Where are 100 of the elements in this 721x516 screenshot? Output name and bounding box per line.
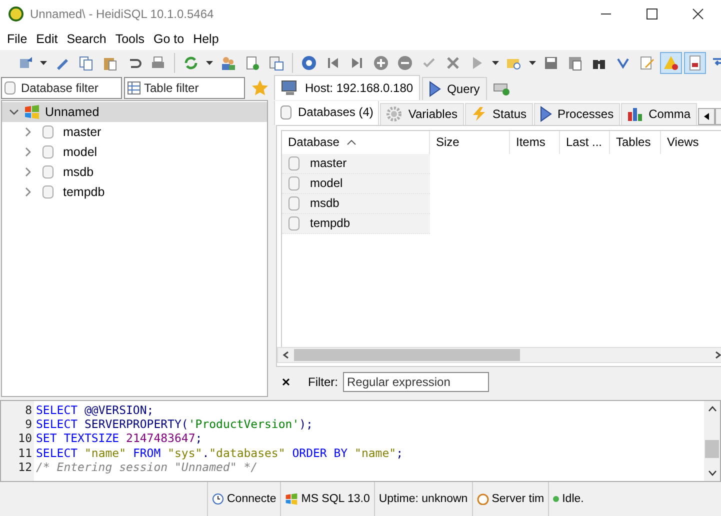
database-icon (4, 81, 16, 95)
column-header[interactable]: Items (510, 130, 560, 154)
tab[interactable]: Comma (620, 102, 697, 125)
column-header[interactable]: Last ... (560, 130, 610, 154)
scroll-left-button[interactable] (698, 108, 715, 125)
caret-icon[interactable] (492, 61, 499, 65)
arrow-up-icon[interactable] (708, 406, 716, 412)
export-icon (244, 55, 260, 71)
table-filter-field[interactable]: Table filter (124, 77, 245, 99)
column-header[interactable]: Views (661, 130, 721, 154)
tree-item[interactable]: tempdb (2, 182, 267, 202)
status-text: Connecte (227, 493, 276, 505)
pencil-icon (639, 55, 655, 71)
tree-item[interactable]: master (2, 122, 267, 142)
database-icon (42, 145, 54, 159)
database-filter-field[interactable]: Database filter (1, 77, 122, 99)
menu-item[interactable]: Go to (150, 32, 190, 46)
tab[interactable]: Status (464, 102, 533, 125)
bar-chart-icon (626, 106, 643, 122)
warning-button[interactable] (660, 52, 682, 74)
line-number: 9 (24, 417, 33, 432)
vertical-scrollbar[interactable] (704, 401, 720, 481)
tree-item[interactable]: msdb (2, 162, 267, 182)
code-line: SELECT SERVERPROPERTY('ProductVersion'); (36, 417, 313, 432)
line-number: 11 (17, 446, 33, 460)
scroll-thumb[interactable] (294, 348, 520, 361)
code-line: SELECT @@VERSION; (36, 403, 154, 417)
copy-icon (78, 55, 94, 71)
arrow-left-icon (704, 112, 709, 120)
column-header[interactable]: Size (430, 130, 510, 154)
tab[interactable]: Processes (534, 102, 620, 125)
tab[interactable]: Host: 192.168.0.180 (274, 75, 420, 100)
column-header[interactable]: Tables (610, 130, 661, 154)
save-as-icon (567, 55, 583, 71)
printer-icon (150, 55, 166, 71)
maximize-icon[interactable] (646, 8, 658, 20)
new-tab-icon[interactable] (492, 82, 511, 96)
status-text: Uptime: unknown (378, 493, 468, 505)
close-icon[interactable] (282, 378, 290, 386)
menu-item[interactable]: Search (62, 32, 112, 46)
clock-icon (212, 493, 224, 505)
tab[interactable]: Query (422, 77, 487, 100)
database-icon (280, 104, 292, 120)
arrow-left-icon[interactable] (282, 350, 290, 359)
database-icon (42, 125, 54, 139)
import-icon (268, 55, 284, 71)
code-line: SET TEXTSIZE 2147483647; (36, 431, 202, 446)
menu-item[interactable]: Tools (111, 32, 150, 46)
horizontal-scrollbar[interactable] (277, 346, 721, 363)
refresh-icon (183, 55, 199, 71)
windows-logo-icon (285, 493, 298, 505)
play-icon (540, 106, 552, 122)
lightning-icon (470, 106, 487, 122)
table-cell: model (310, 176, 343, 190)
warning-icon (663, 55, 679, 71)
database-icon (42, 185, 54, 199)
menu-item[interactable]: Edit (32, 32, 63, 46)
table-icon (127, 81, 141, 95)
database-icon (42, 165, 54, 179)
tab[interactable]: Databases (4) (274, 101, 380, 125)
line-number: 8 (24, 403, 33, 418)
caret-icon[interactable] (206, 61, 213, 65)
tab[interactable]: Variables (380, 102, 464, 125)
help-icon (301, 55, 317, 71)
menu-item[interactable]: Help (189, 32, 224, 46)
tree-item[interactable]: model (2, 142, 267, 162)
menu-item[interactable]: File (3, 32, 32, 46)
users-icon (220, 55, 236, 71)
star-icon[interactable] (251, 79, 269, 97)
app-logo-icon (8, 6, 24, 22)
status-text: Server tim (492, 493, 544, 505)
status-dot-icon (553, 496, 560, 502)
paste-icon (102, 55, 118, 71)
windows-logo-icon (24, 105, 40, 119)
chevron-down-icon[interactable] (9, 107, 19, 117)
caret-icon[interactable] (529, 61, 536, 65)
alarm-clock-icon (476, 493, 489, 505)
plus-icon (373, 55, 389, 71)
last-icon (349, 55, 365, 71)
arrow-down-icon[interactable] (708, 470, 716, 476)
table-cell: tempdb (310, 216, 350, 230)
code-line: SELECT "name" FROM "sys"."databases" ORDER BY "name"; (36, 446, 404, 460)
table-cell: msdb (310, 196, 340, 210)
line-number: 12 (17, 460, 33, 474)
status-text: MS SQL 13.0 (301, 493, 370, 505)
status-text: Idle. (562, 493, 584, 505)
sort-ascending-icon (347, 140, 356, 145)
close-icon[interactable] (692, 8, 704, 20)
play-icon (429, 81, 442, 97)
filter-label: Filter: (308, 375, 338, 390)
monitor-icon (281, 80, 299, 96)
cross-icon (445, 55, 461, 71)
arrow-right-icon[interactable] (714, 350, 721, 359)
filter-field[interactable]: Regular expression (343, 372, 489, 392)
tree-item[interactable]: Unnamed (2, 102, 267, 122)
gear-icon (386, 106, 402, 122)
line-number: 10 (17, 431, 33, 446)
caret-icon[interactable] (40, 61, 47, 65)
scroll-thumb[interactable] (705, 440, 719, 458)
table-cell: master (310, 156, 347, 170)
